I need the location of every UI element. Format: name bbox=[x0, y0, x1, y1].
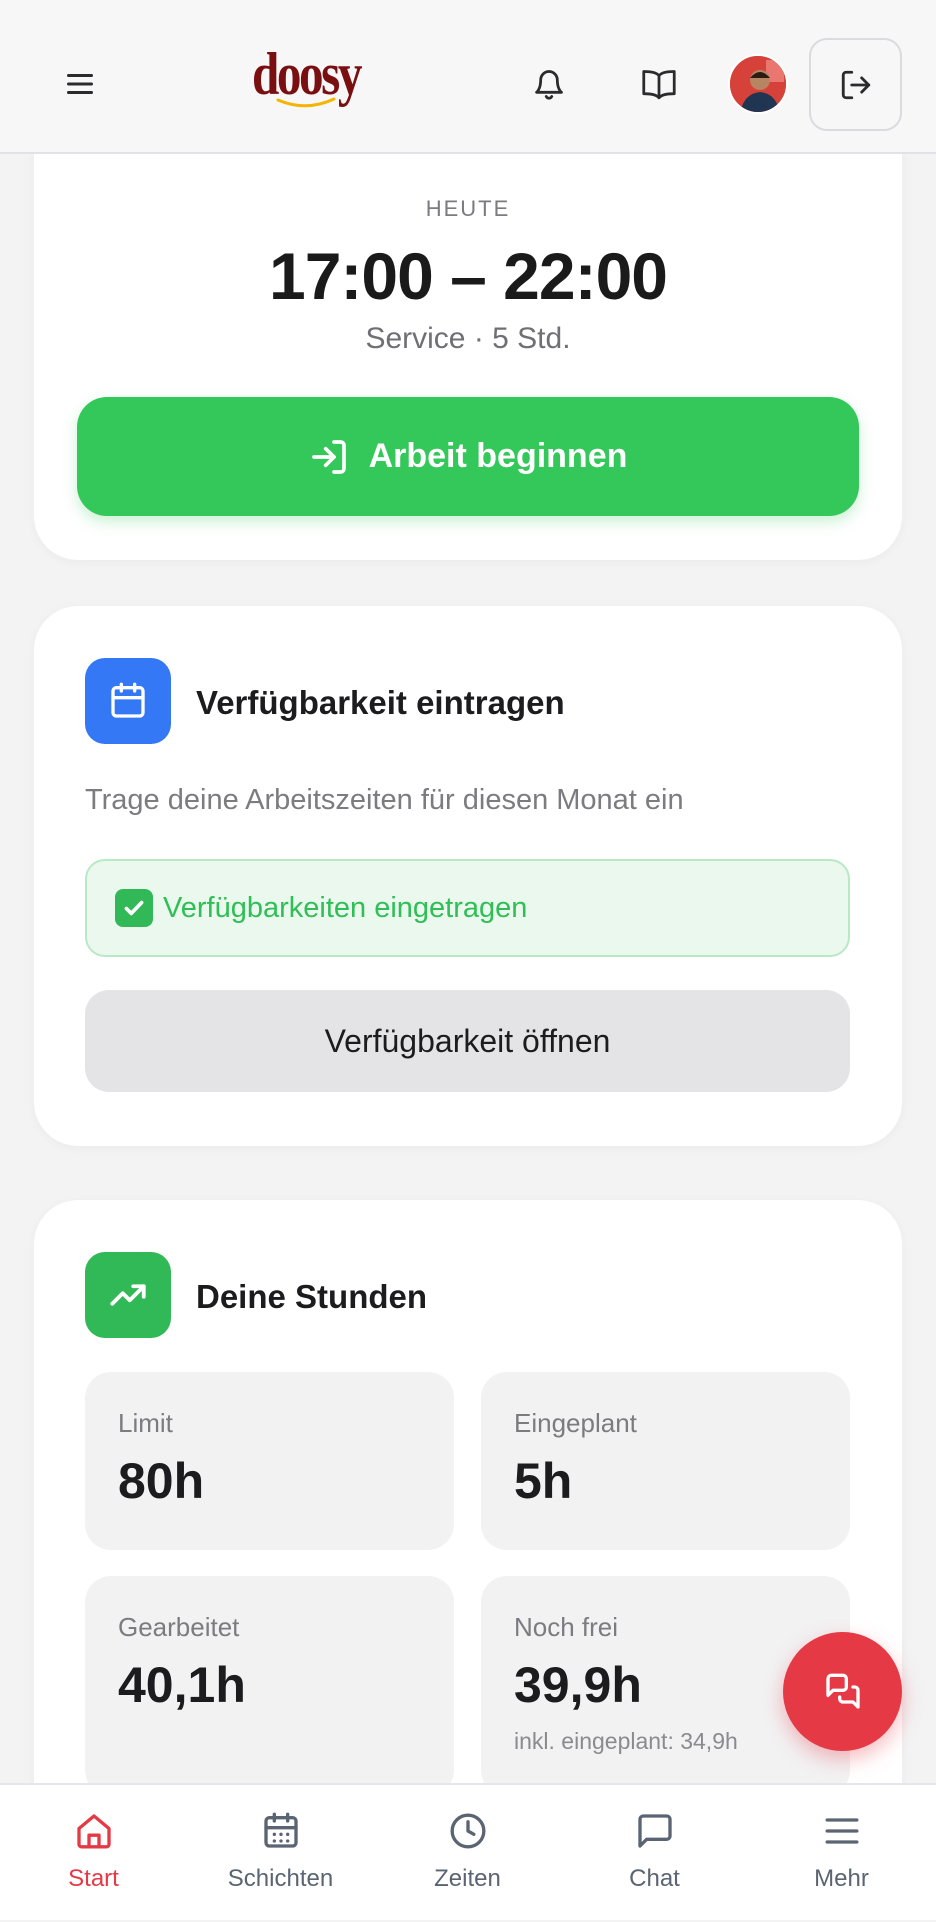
availability-status-banner: Verfügbarkeiten eingetragen bbox=[85, 859, 850, 957]
stat-label: Eingeplant bbox=[514, 1408, 637, 1438]
stat-label: Limit bbox=[118, 1408, 173, 1438]
stat-note: inkl. eingeplant: 34,9h bbox=[514, 1728, 738, 1754]
start-work-label: Arbeit beginnen bbox=[368, 437, 628, 475]
avatar[interactable] bbox=[728, 54, 788, 114]
availability-description: Trage deine Arbeitszeiten für diesen Mon… bbox=[85, 784, 684, 816]
menu-button[interactable] bbox=[52, 56, 108, 112]
availability-icon-tile bbox=[85, 658, 171, 744]
stat-label: Gearbeitet bbox=[118, 1612, 240, 1642]
handbook-button[interactable] bbox=[631, 56, 687, 112]
trending-up-icon bbox=[110, 1284, 146, 1306]
menu-icon bbox=[825, 1818, 858, 1844]
availability-title: Verfügbarkeit eintragen bbox=[196, 684, 565, 721]
tab-schichten[interactable]: Schichten bbox=[187, 1785, 374, 1922]
stat-limit: Limit 80h bbox=[85, 1372, 454, 1550]
menu-icon bbox=[67, 74, 93, 94]
logo-text: doosy bbox=[252, 41, 362, 107]
tab-start[interactable]: Start bbox=[0, 1785, 187, 1922]
hours-title: Deine Stunden bbox=[196, 1278, 428, 1315]
logout-button[interactable] bbox=[809, 38, 902, 131]
notifications-button[interactable] bbox=[521, 56, 577, 112]
tab-label: Schichten bbox=[227, 1865, 334, 1892]
stat-worked: Gearbeitet 40,1h bbox=[85, 1576, 454, 1796]
start-work-button[interactable]: Arbeit beginnen bbox=[77, 397, 859, 516]
app-logo[interactable]: doosy bbox=[252, 44, 384, 124]
calendar-icon bbox=[263, 1812, 298, 1848]
availability-status-text: Verfügbarkeiten eingetragen bbox=[163, 891, 528, 924]
shift-day-label: HEUTE bbox=[425, 196, 511, 221]
logo-smile-icon bbox=[276, 97, 336, 108]
chat-icon bbox=[637, 1814, 672, 1848]
stat-value: 39,9h bbox=[514, 1657, 642, 1713]
stat-label: Noch frei bbox=[514, 1612, 619, 1642]
bell-icon bbox=[535, 70, 563, 100]
tab-chat[interactable]: Chat bbox=[561, 1785, 748, 1922]
shift-subtitle: Service · 5 Std. bbox=[365, 322, 571, 355]
app-header: doosy bbox=[0, 0, 936, 154]
open-availability-label: Verfügbarkeit öffnen bbox=[324, 1022, 611, 1059]
stat-value: 40,1h bbox=[118, 1657, 246, 1713]
messages-icon bbox=[825, 1673, 860, 1709]
calendar-icon bbox=[111, 682, 145, 718]
hours-card: Deine Stunden Limit 80h Eingeplant 5h Ge… bbox=[34, 1200, 902, 1820]
availability-card: Verfügbarkeit eintragen Trage deine Arbe… bbox=[34, 606, 902, 1146]
stat-value: 5h bbox=[514, 1453, 573, 1509]
tab-label: Start bbox=[68, 1865, 119, 1892]
avatar-image bbox=[730, 56, 786, 112]
stat-scheduled: Eingeplant 5h bbox=[481, 1372, 850, 1550]
home-icon bbox=[76, 1814, 111, 1849]
tab-zeiten[interactable]: Zeiten bbox=[374, 1785, 561, 1922]
open-availability-button[interactable]: Verfügbarkeit öffnen bbox=[85, 990, 850, 1092]
clock-icon bbox=[450, 1813, 485, 1849]
tab-label: Mehr bbox=[814, 1865, 869, 1892]
shift-time: 17:00 – 22:00 bbox=[269, 239, 668, 313]
chat-fab-button[interactable] bbox=[783, 1632, 902, 1751]
logout-icon bbox=[841, 70, 870, 99]
tab-label: Zeiten bbox=[434, 1865, 501, 1892]
tab-label: Chat bbox=[629, 1865, 680, 1892]
check-mark-icon bbox=[115, 889, 153, 927]
today-shift-card: HEUTE 17:00 – 22:00 Service · 5 Std. Arb… bbox=[34, 110, 902, 560]
hours-icon-tile bbox=[85, 1252, 171, 1338]
tab-mehr[interactable]: Mehr bbox=[748, 1785, 935, 1922]
book-open-icon bbox=[642, 70, 676, 100]
login-icon bbox=[311, 439, 346, 474]
bottom-tab-bar: Start Schichten Zeiten Chat Mehr bbox=[0, 1783, 936, 1920]
stat-value: 80h bbox=[118, 1453, 205, 1509]
